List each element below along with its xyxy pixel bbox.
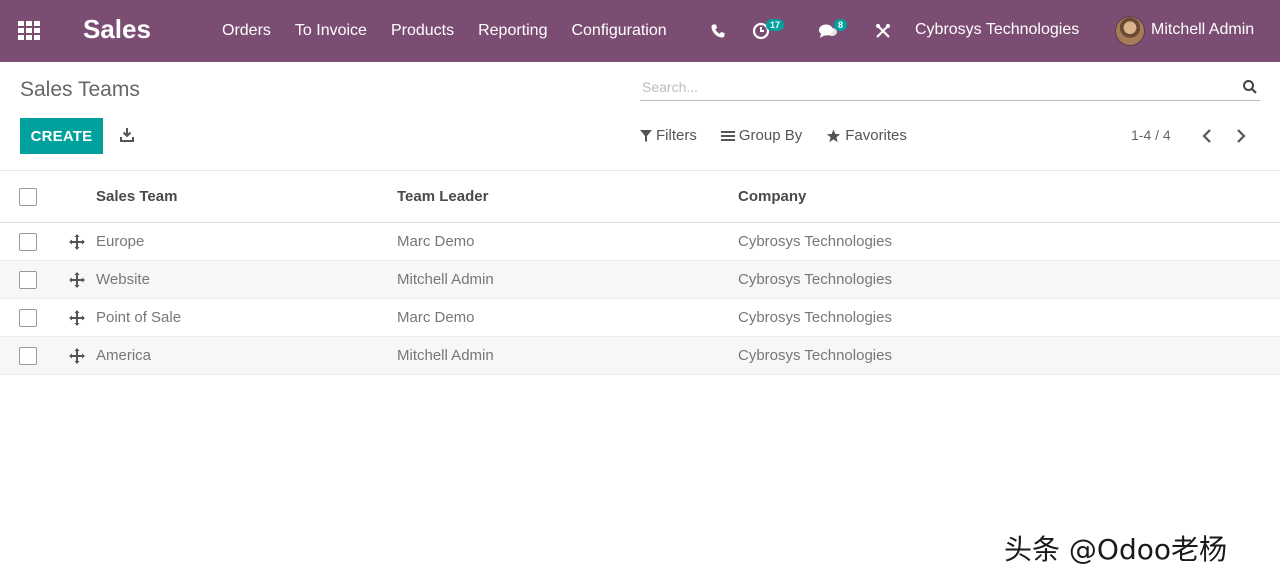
- phone-icon[interactable]: [710, 0, 726, 62]
- company-cell: Cybrosys Technologies: [738, 309, 892, 326]
- table-row[interactable]: Website Mitchell Admin Cybrosys Technolo…: [0, 261, 1280, 299]
- table-row[interactable]: America Mitchell Admin Cybrosys Technolo…: [0, 337, 1280, 375]
- column-header-sales-team[interactable]: Sales Team: [96, 188, 177, 205]
- top-navbar: Sales Orders To Invoice Products Reporti…: [0, 0, 1280, 62]
- chevron-right-icon[interactable]: [1233, 127, 1249, 145]
- drag-handle-icon[interactable]: [69, 310, 85, 326]
- messages-button[interactable]: 8: [818, 0, 848, 62]
- activity-badge: 17: [766, 19, 785, 31]
- group-by-icon: [720, 130, 735, 141]
- menu-item-orders[interactable]: Orders: [210, 22, 283, 40]
- tools-icon[interactable]: [875, 0, 891, 62]
- sales-team-cell: Point of Sale: [96, 309, 182, 326]
- group-by-label: Group By: [738, 127, 803, 144]
- download-icon[interactable]: [119, 127, 135, 143]
- drag-handle-icon[interactable]: [69, 234, 85, 250]
- menu-item-reporting[interactable]: Reporting: [466, 22, 559, 40]
- watermark: 头条 @Odoo老杨: [1004, 533, 1227, 566]
- favorites-toggle[interactable]: Favorites: [826, 127, 907, 144]
- search-input[interactable]: [642, 77, 1232, 97]
- team-leader-cell: Mitchell Admin: [397, 347, 494, 364]
- menu-item-to-invoice[interactable]: To Invoice: [283, 22, 379, 40]
- create-button[interactable]: CREATE: [20, 118, 103, 154]
- menu-item-products[interactable]: Products: [379, 22, 466, 40]
- team-leader-cell: Marc Demo: [397, 309, 475, 326]
- row-checkbox[interactable]: [19, 347, 37, 365]
- column-header-team-leader[interactable]: Team Leader: [397, 188, 488, 205]
- search-bar: [640, 75, 1260, 101]
- company-switcher[interactable]: Cybrosys Technologies: [915, 21, 1079, 39]
- group-by-toggle[interactable]: Group By: [720, 127, 803, 144]
- activity-button[interactable]: 17: [752, 0, 785, 62]
- company-cell: Cybrosys Technologies: [738, 271, 892, 288]
- column-header-company[interactable]: Company: [738, 188, 806, 205]
- menu-item-configuration[interactable]: Configuration: [559, 22, 678, 40]
- main-menu: Orders To Invoice Products Reporting Con…: [210, 0, 679, 62]
- table-row[interactable]: Europe Marc Demo Cybrosys Technologies: [0, 223, 1280, 261]
- sales-team-cell: Europe: [96, 233, 145, 250]
- user-menu[interactable]: Mitchell Admin: [1151, 21, 1254, 39]
- chevron-left-icon[interactable]: [1199, 127, 1215, 145]
- pager-value[interactable]: 1-4 / 4: [1131, 127, 1171, 143]
- avatar[interactable]: [1115, 16, 1145, 46]
- filter-icon: [640, 129, 652, 142]
- company-cell: Cybrosys Technologies: [738, 233, 892, 250]
- favorites-label: Favorites: [845, 127, 907, 144]
- row-checkbox[interactable]: [19, 271, 37, 289]
- app-title[interactable]: Sales: [83, 14, 151, 45]
- team-leader-cell: Mitchell Admin: [397, 271, 494, 288]
- drag-handle-icon[interactable]: [69, 272, 85, 288]
- team-leader-cell: Marc Demo: [397, 233, 475, 250]
- sales-team-cell: Website: [96, 271, 150, 288]
- filters-label: Filters: [656, 127, 697, 144]
- table-row[interactable]: Point of Sale Marc Demo Cybrosys Technol…: [0, 299, 1280, 337]
- drag-handle-icon[interactable]: [69, 348, 85, 364]
- search-icon[interactable]: [1242, 79, 1258, 95]
- breadcrumb: Sales Teams: [20, 78, 140, 101]
- sales-team-cell: America: [96, 347, 152, 364]
- row-checkbox[interactable]: [19, 233, 37, 251]
- row-checkbox[interactable]: [19, 309, 37, 327]
- sales-team-list: Sales Team Team Leader Company Europe Ma…: [0, 170, 1280, 375]
- messages-badge: 8: [834, 19, 848, 31]
- table-header: Sales Team Team Leader Company: [0, 170, 1280, 223]
- select-all-checkbox[interactable]: [19, 188, 37, 206]
- filters-toggle[interactable]: Filters: [640, 127, 697, 144]
- apps-grid-icon[interactable]: [18, 21, 42, 41]
- search-options: Filters Group By Favorites: [640, 127, 931, 144]
- star-icon: [827, 129, 841, 142]
- company-cell: Cybrosys Technologies: [738, 347, 892, 364]
